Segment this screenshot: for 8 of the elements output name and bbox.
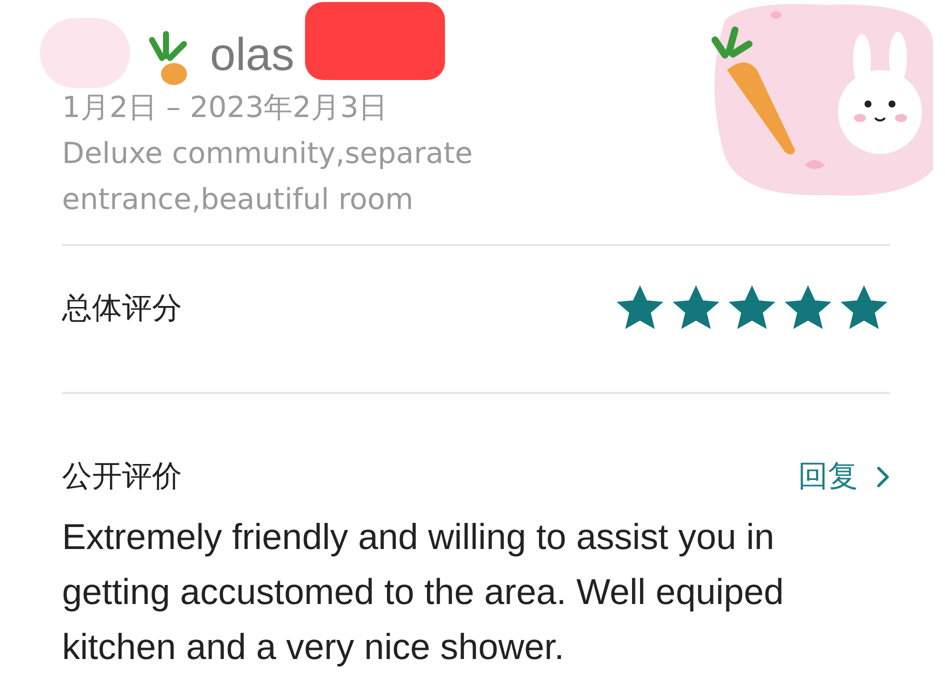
listing-description: Deluxe community,separate entrance,beautiful room (62, 135, 474, 218)
reply-link[interactable]: 回复 (798, 456, 890, 497)
public-review-label: 公开评价 (62, 458, 182, 496)
overall-rating-label: 总体评分 (62, 290, 182, 328)
host-name: olas (210, 28, 294, 80)
stay-dates: 1月2日 – 2023年2月3日 (62, 89, 389, 126)
review-text: Extremely friendly and willing to assist you in getting accustomed to the area. Well equiped kitchen and a very nice shower. (62, 515, 785, 669)
chevron-icon (876, 466, 890, 488)
